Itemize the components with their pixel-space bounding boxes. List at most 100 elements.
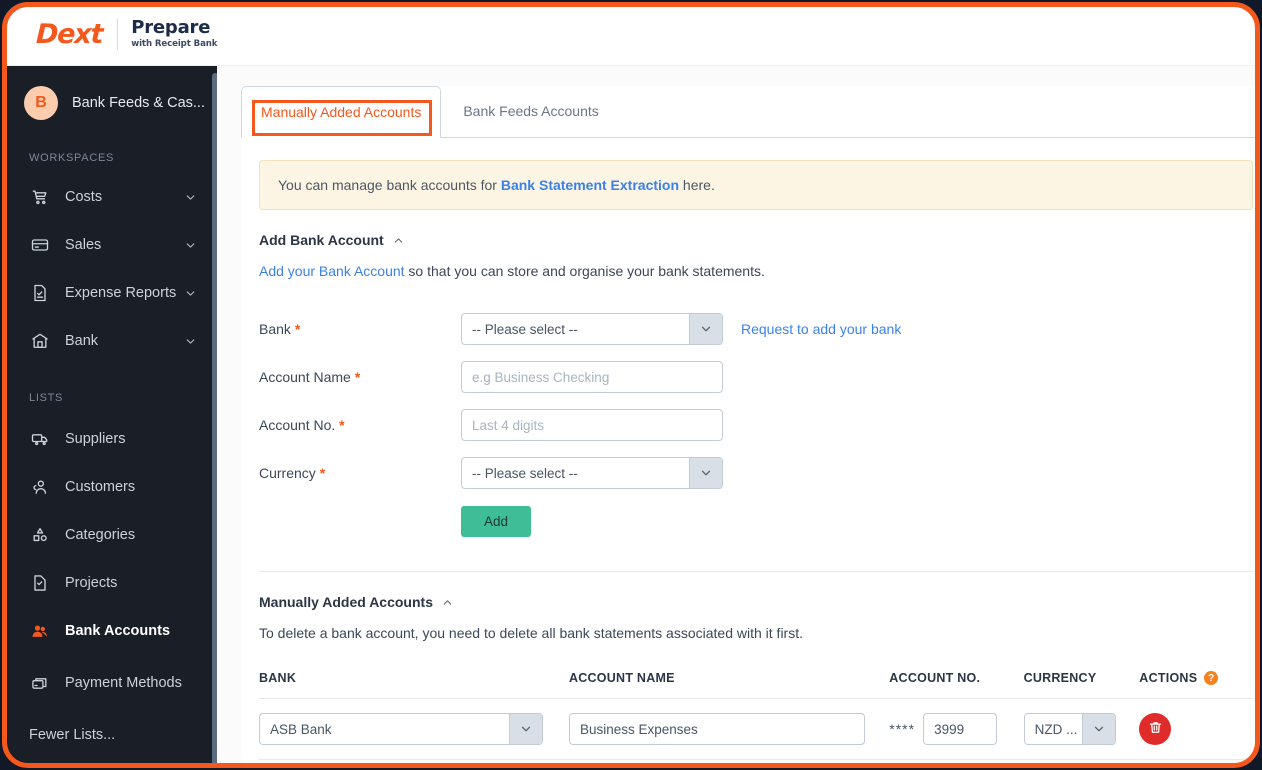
form-row-account-name: Account Name * xyxy=(259,353,1253,401)
chevron-down-icon xyxy=(689,458,722,488)
manually-added-accounts-description: To delete a bank account, you need to de… xyxy=(259,625,803,641)
chevron-down-icon xyxy=(186,194,195,200)
delete-row-button[interactable] xyxy=(1139,713,1172,745)
row-bank-select[interactable]: ASB Bank xyxy=(259,713,543,745)
bank-accounts-table: BANK ACCOUNT NAME ACCOUNT NO. CURRENCY A… xyxy=(259,671,1253,760)
request-to-add-your-bank-link[interactable]: Request to add your bank xyxy=(741,321,901,337)
sidebar-item-label: Projects xyxy=(65,575,118,591)
row-currency-select[interactable]: NZD ... xyxy=(1023,713,1116,745)
chevron-up-icon xyxy=(392,234,405,247)
add-your-bank-account-link[interactable]: Add your Bank Account xyxy=(259,263,405,279)
label-text: Account No. xyxy=(259,417,336,433)
account-name-field-label: Account Name * xyxy=(259,369,461,385)
sidebar-item-label: Payment Methods xyxy=(65,675,182,692)
required-marker: * xyxy=(354,369,361,385)
bank-select-value: -- Please select -- xyxy=(472,321,578,337)
row-account-name-input[interactable] xyxy=(568,713,865,745)
sidebar-item-suppliers[interactable]: Suppliers xyxy=(5,415,217,463)
sidebar-item-payment-methods[interactable]: Payment Methods xyxy=(5,655,217,713)
prepare-wordmark: Prepare xyxy=(131,17,211,39)
row-bank-value: ASB Bank xyxy=(270,721,332,737)
sidebar-item-label: Categories xyxy=(65,527,136,543)
currency-select[interactable]: -- Please select -- xyxy=(461,457,723,489)
customers-icon xyxy=(29,476,51,498)
sidebar-item-categories[interactable]: Categories xyxy=(5,511,217,559)
logo-text-group: Prepare with Receipt Bank xyxy=(131,17,218,49)
account-no-input[interactable] xyxy=(461,409,723,441)
tab-manually-added-accounts[interactable]: Manually Added Accounts xyxy=(241,86,442,138)
cell-account-name xyxy=(568,698,890,760)
info-banner: You can manage bank accounts for Bank St… xyxy=(259,160,1253,210)
cell-actions xyxy=(1139,698,1253,760)
sidebar-item-label: Bank xyxy=(65,333,99,349)
truck-icon xyxy=(29,428,51,450)
card-icon xyxy=(29,234,51,256)
bank-accounts-icon xyxy=(29,620,51,642)
info-banner-prefix: You can manage bank accounts for xyxy=(278,177,501,193)
account-no-mask: **** xyxy=(889,721,916,737)
info-banner-suffix: here. xyxy=(679,177,715,193)
workspace-switcher[interactable]: B Bank Feeds & Cas... xyxy=(5,66,217,140)
tab-bank-feeds-accounts[interactable]: Bank Feeds Accounts xyxy=(441,85,620,137)
bank-statement-extraction-link[interactable]: Bank Statement Extraction xyxy=(501,177,679,193)
tab-label: Bank Feeds Accounts xyxy=(463,103,599,119)
cell-account-no: **** xyxy=(889,698,1024,760)
logo-divider xyxy=(117,18,119,50)
dext-prepare-logo[interactable]: Dext Prepare with Receipt Bank xyxy=(35,17,218,50)
sidebar-item-label: Sales xyxy=(65,237,102,253)
tab-label: Manually Added Accounts xyxy=(261,104,422,120)
sidebar-section-lists: LISTS xyxy=(29,392,64,404)
account-name-input[interactable] xyxy=(461,361,723,393)
chevron-up-icon xyxy=(441,596,454,609)
tab-bar: Manually Added Accounts Bank Feeds Accou… xyxy=(241,86,1257,138)
chevron-down-icon xyxy=(1081,714,1115,744)
sidebar-item-projects[interactable]: Projects xyxy=(5,559,217,607)
form-row-bank: Bank * -- Please select -- Request to ad… xyxy=(259,305,1253,353)
sidebar-item-expense-reports[interactable]: Expense Reports xyxy=(5,269,217,317)
trash-icon xyxy=(1148,720,1163,738)
manually-added-accounts-section-header[interactable]: Manually Added Accounts xyxy=(259,594,1253,610)
row-currency-value: NZD ... xyxy=(1034,721,1078,737)
required-marker: * xyxy=(294,321,301,337)
main-content-area: Manually Added Accounts Bank Feeds Accou… xyxy=(217,66,1257,765)
sidebar-item-bank-accounts[interactable]: Bank Accounts xyxy=(5,607,217,655)
screen-root: Dext Prepare with Receipt Bank B Bank Fe… xyxy=(0,0,1262,770)
add-bank-account-description: Add your Bank Account so that you can st… xyxy=(259,263,1253,279)
sidebar-item-costs[interactable]: Costs xyxy=(5,173,217,221)
add-button[interactable]: Add xyxy=(461,505,531,537)
sidebar-scrollbar[interactable] xyxy=(212,73,217,765)
required-marker: * xyxy=(319,465,326,481)
sidebar-item-label: Expense Reports xyxy=(65,285,177,301)
sidebar-item-customers[interactable]: Customers xyxy=(5,463,217,511)
sidebar-item-label: Customers xyxy=(65,479,136,495)
left-sidebar: B Bank Feeds & Cas... WORKSPACES Costs S… xyxy=(5,66,217,765)
chevron-down-icon xyxy=(186,242,195,248)
bank-icon xyxy=(29,330,51,352)
sidebar-item-label: Suppliers xyxy=(65,431,126,447)
bank-select[interactable]: -- Please select -- xyxy=(461,313,723,345)
form-row-currency: Currency * -- Please select -- xyxy=(259,449,1253,497)
logo-tagline: with Receipt Bank xyxy=(131,38,218,49)
add-bank-account-section-header[interactable]: Add Bank Account xyxy=(259,232,1253,248)
form-row-submit: Add xyxy=(259,497,1253,545)
required-marker: * xyxy=(339,417,345,433)
row-account-no-input[interactable] xyxy=(923,713,998,745)
payment-methods-icon xyxy=(29,673,51,695)
sidebar-item-bank[interactable]: Bank xyxy=(5,317,217,365)
sidebar-item-sales[interactable]: Sales xyxy=(5,221,217,269)
currency-field-label: Currency * xyxy=(259,465,461,481)
projects-icon xyxy=(29,572,51,594)
column-header-currency: CURRENCY xyxy=(1023,671,1140,699)
chevron-down-icon xyxy=(186,338,195,344)
account-no-field-label: Account No. * xyxy=(259,417,461,433)
workspace-name: Bank Feeds & Cas... xyxy=(72,95,205,111)
form-row-account-no: Account No. * xyxy=(259,401,1253,449)
sidebar-item-label: Costs xyxy=(65,189,103,205)
label-text: Account Name xyxy=(259,369,351,385)
help-icon[interactable]: ? xyxy=(1204,671,1219,685)
description-rest: so that you can store and organise your … xyxy=(404,263,765,279)
chevron-down-icon xyxy=(186,290,195,296)
fewer-lists-toggle[interactable]: Fewer Lists... xyxy=(5,713,217,757)
application-window: Dext Prepare with Receipt Bank B Bank Fe… xyxy=(5,5,1257,765)
table-header-row: BANK ACCOUNT NAME ACCOUNT NO. CURRENCY A… xyxy=(259,671,1253,699)
